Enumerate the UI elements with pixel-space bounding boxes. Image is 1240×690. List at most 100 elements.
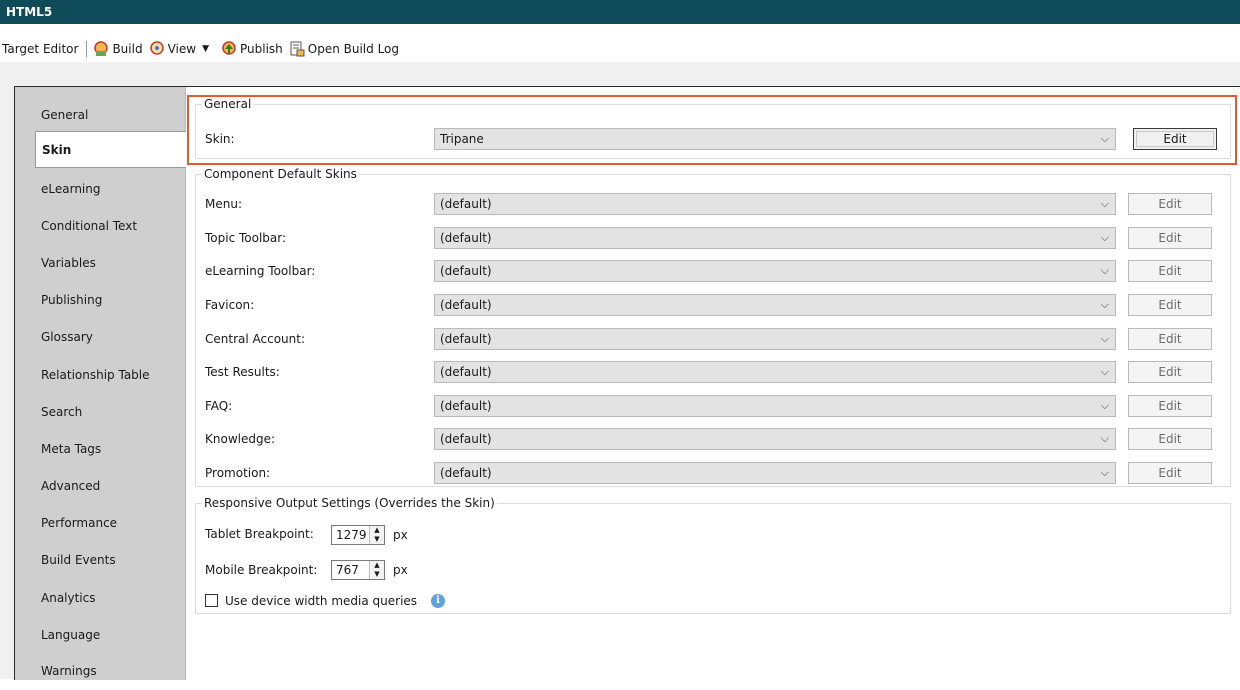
component-label: Menu: [205, 197, 242, 211]
elearning-toolbar-skin-select[interactable]: (default) ⌵ [434, 260, 1116, 282]
knowledge-skin-select[interactable]: (default) ⌵ [434, 428, 1116, 450]
chevron-down-icon: ⌵ [1100, 132, 1109, 145]
chevron-down-icon: ⌵ [1100, 365, 1109, 378]
select-value: (default) [440, 298, 492, 312]
test-results-edit-button[interactable]: Edit [1128, 361, 1212, 383]
knowledge-edit-button[interactable]: Edit [1128, 428, 1212, 450]
chevron-down-icon: ⌵ [1100, 298, 1109, 311]
sidebar-item-advanced[interactable]: Advanced [15, 468, 185, 505]
select-value: (default) [440, 399, 492, 413]
chevron-down-icon: ⌵ [1100, 264, 1109, 277]
elearning-toolbar-edit-button[interactable]: Edit [1128, 260, 1212, 282]
chevron-down-icon: ⌵ [1100, 332, 1109, 345]
select-value: (default) [440, 332, 492, 346]
select-value: (default) [440, 466, 492, 480]
skin-edit-button[interactable]: Edit [1133, 128, 1217, 150]
component-row-knowledge: Knowledge: (default) ⌵ Edit [205, 428, 1225, 450]
component-label: Central Account: [205, 332, 306, 346]
promotion-edit-button[interactable]: Edit [1128, 462, 1212, 484]
publish-icon [222, 41, 236, 55]
faq-skin-select[interactable]: (default) ⌵ [434, 395, 1116, 417]
component-label: Favicon: [205, 298, 255, 312]
menu-skin-select[interactable]: (default) ⌵ [434, 193, 1116, 215]
device-width-media-queries-checkbox[interactable] [205, 594, 218, 607]
build-button[interactable]: Build [93, 41, 143, 57]
component-row-elearning-toolbar: eLearning Toolbar: (default) ⌵ Edit [205, 260, 1225, 282]
sidebar: General Skin eLearning Conditional Text … [15, 87, 186, 680]
mobile-breakpoint-value: 767 [336, 563, 359, 577]
component-skins-legend: Component Default Skins [204, 167, 357, 181]
chevron-down-icon: ⌵ [1100, 231, 1109, 244]
toolbar: Target Editor Build View ▼ Publish Open … [0, 36, 1240, 62]
test-results-skin-select[interactable]: (default) ⌵ [434, 361, 1116, 383]
component-label: Test Results: [205, 365, 280, 379]
select-value: (default) [440, 264, 492, 278]
select-value: (default) [440, 231, 492, 245]
open-build-log-button[interactable]: Open Build Log [289, 41, 399, 57]
component-row-central-account: Central Account: (default) ⌵ Edit [205, 328, 1225, 350]
sidebar-item-search[interactable]: Search [15, 394, 185, 431]
faq-edit-button[interactable]: Edit [1128, 395, 1212, 417]
sidebar-item-skin[interactable]: Skin [35, 131, 186, 168]
sidebar-item-publishing[interactable]: Publishing [15, 282, 185, 319]
sidebar-item-glossary[interactable]: Glossary [15, 319, 185, 356]
promotion-skin-select[interactable]: (default) ⌵ [434, 462, 1116, 484]
central-account-edit-button[interactable]: Edit [1128, 328, 1212, 350]
central-account-skin-select[interactable]: (default) ⌵ [434, 328, 1116, 350]
skin-select[interactable]: Tripane ⌵ [434, 128, 1116, 150]
spinner-arrows-icon[interactable]: ▲ ▼ [369, 526, 384, 544]
sidebar-item-elearning[interactable]: eLearning [15, 171, 185, 208]
target-editor-label: Target Editor [2, 42, 79, 56]
sidebar-item-meta-tags[interactable]: Meta Tags [15, 431, 185, 468]
view-icon [149, 41, 164, 55]
build-log-icon [290, 41, 305, 57]
tablet-breakpoint-input[interactable]: 1279 ▲ ▼ [331, 525, 385, 545]
chevron-down-icon: ⌵ [1100, 432, 1109, 445]
spinner-arrows-icon[interactable]: ▲ ▼ [369, 561, 384, 579]
mobile-breakpoint-input[interactable]: 767 ▲ ▼ [331, 560, 385, 580]
component-label: eLearning Toolbar: [205, 264, 316, 278]
component-label: Knowledge: [205, 432, 276, 446]
sidebar-item-performance[interactable]: Performance [15, 505, 185, 542]
component-row-topic-toolbar: Topic Toolbar: (default) ⌵ Edit [205, 227, 1225, 249]
select-value: (default) [440, 197, 492, 211]
device-width-media-queries-label: Use device width media queries [225, 594, 418, 608]
responsive-legend: Responsive Output Settings (Overrides th… [204, 496, 495, 510]
menu-edit-button[interactable]: Edit [1128, 193, 1212, 215]
select-value: (default) [440, 365, 492, 379]
select-value: (default) [440, 432, 492, 446]
publish-button[interactable]: Publish [221, 41, 283, 57]
component-row-favicon: Favicon: (default) ⌵ Edit [205, 294, 1225, 316]
view-dropdown-icon[interactable]: ▼ [202, 44, 209, 54]
sidebar-item-build-events[interactable]: Build Events [15, 542, 185, 579]
sidebar-item-conditional-text[interactable]: Conditional Text [15, 208, 185, 245]
topic-toolbar-skin-select[interactable]: (default) ⌵ [434, 227, 1116, 249]
skin-select-value: Tripane [440, 132, 484, 146]
toolbar-separator [86, 41, 88, 57]
sidebar-item-analytics[interactable]: Analytics [15, 580, 185, 617]
tablet-breakpoint-label: Tablet Breakpoint: [205, 527, 314, 541]
sidebar-item-general[interactable]: General [15, 97, 185, 134]
skin-row: Skin: Tripane ⌵ Edit [205, 128, 1225, 150]
sidebar-item-relationship-table[interactable]: Relationship Table [15, 357, 185, 394]
sidebar-item-warnings[interactable]: Warnings [15, 653, 185, 690]
sidebar-item-variables[interactable]: Variables [15, 245, 185, 282]
mobile-unit: px [393, 563, 408, 577]
topic-toolbar-edit-button[interactable]: Edit [1128, 227, 1212, 249]
skin-label: Skin: [205, 132, 235, 146]
favicon-skin-select[interactable]: (default) ⌵ [434, 294, 1116, 316]
info-icon[interactable]: i [431, 594, 445, 608]
chevron-down-icon: ⌵ [1100, 466, 1109, 479]
component-row-promotion: Promotion: (default) ⌵ Edit [205, 462, 1225, 484]
chevron-down-icon: ⌵ [1100, 399, 1109, 412]
sidebar-item-language[interactable]: Language [15, 617, 185, 654]
component-row-test-results: Test Results: (default) ⌵ Edit [205, 361, 1225, 383]
tablet-breakpoint-value: 1279 [336, 528, 367, 542]
general-legend: General [204, 97, 252, 111]
view-button[interactable]: View ▼ [149, 41, 215, 57]
mobile-breakpoint-label: Mobile Breakpoint: [205, 563, 318, 577]
tablet-unit: px [393, 528, 408, 542]
favicon-edit-button[interactable]: Edit [1128, 294, 1212, 316]
open-build-log-label: Open Build Log [307, 42, 400, 56]
build-label: Build [112, 42, 143, 56]
